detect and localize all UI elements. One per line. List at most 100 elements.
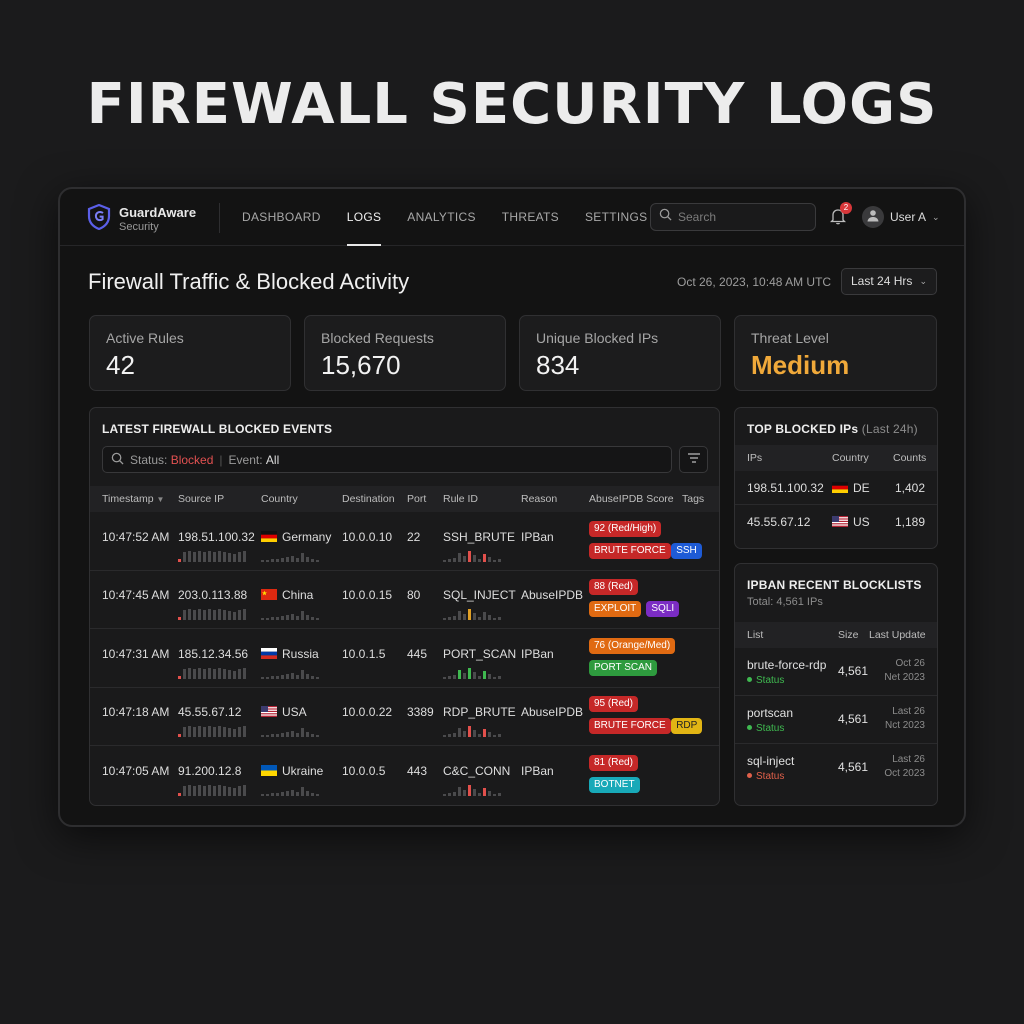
sparkline: [261, 784, 321, 796]
tag-badge[interactable]: BRUTE FORCE: [589, 543, 671, 559]
sparkline-bar: [243, 551, 246, 562]
table-row[interactable]: 10:47:52 AM 198.51.100.32 Germany 10.0.0.10…: [90, 513, 719, 571]
sparkline-bar: [463, 556, 466, 562]
sparkline-bar: [493, 560, 496, 562]
table-row[interactable]: 10:47:18 AM 45.55.67.12 USA 10.0.0.22 3389 RD…: [90, 688, 719, 746]
nav-threats[interactable]: THREATS: [502, 189, 559, 246]
cell-timestamp: 10:47:05 AM: [102, 764, 170, 778]
list-item[interactable]: 45.55.67.12 US 1,189: [735, 505, 937, 539]
search-input[interactable]: [678, 210, 808, 224]
sparkline-bar: [478, 617, 481, 620]
sparkline-bar: [213, 610, 216, 620]
time-range-select[interactable]: Last 24 Hrs ⌄: [841, 268, 937, 295]
nav-settings[interactable]: SETTINGS: [585, 189, 647, 246]
sparkline-bar: [301, 787, 304, 796]
sparkline-bar: [188, 668, 191, 679]
col-tags[interactable]: Tags: [682, 493, 704, 505]
sparkline-bar: [478, 793, 481, 796]
country-name: Ukraine: [282, 764, 324, 778]
col-country[interactable]: Country: [261, 493, 298, 505]
sparkline-bar: [286, 557, 289, 562]
country-name: Russia: [282, 647, 319, 661]
sparkline-bar: [208, 609, 211, 620]
sparkline-bar: [243, 609, 246, 620]
sparkline-bar: [316, 560, 319, 562]
blocklist-update-line1: Oct 26: [895, 658, 925, 669]
app-name: GuardAware: [119, 204, 197, 220]
filter-button[interactable]: [679, 446, 708, 473]
list-item[interactable]: portscan Status 4,561 Last 26 Nct 2023: [735, 696, 937, 744]
tag-badge[interactable]: EXPLOIT: [589, 601, 642, 617]
tag-badge[interactable]: BOTNET: [589, 777, 640, 793]
sparkline-bar: [178, 559, 181, 562]
cell-country: USA: [261, 705, 307, 719]
list-item[interactable]: sql-inject Status 4,561 Last 26 Oct 2023: [735, 744, 937, 792]
table-row[interactable]: 10:47:31 AM 185.12.34.56 Russia 10.0.1.5 445…: [90, 630, 719, 688]
cell-source-ip[interactable]: 198.51.100.32: [178, 530, 255, 544]
nav-logs[interactable]: LOGS: [346, 189, 382, 246]
col-timestamp[interactable]: Timestamp ▼: [102, 493, 164, 505]
sparkline-bar: [261, 794, 264, 796]
list-item[interactable]: brute-force-rdp Status 4,561 Oct 26 Net 2023: [735, 648, 937, 696]
sparkline-bar: [203, 786, 206, 796]
cell-source-ip[interactable]: 185.12.34.56: [178, 647, 248, 661]
tag-badge[interactable]: SSH: [671, 543, 702, 559]
cell-source-ip[interactable]: 203.0.113.88: [178, 588, 247, 602]
stat-card-unique-ips: Unique Blocked IPs 834: [519, 315, 721, 391]
col-ips: IPs: [747, 452, 763, 464]
col-reason[interactable]: Reason: [521, 493, 557, 505]
country-name: China: [282, 588, 314, 602]
col-abuseipdb-score[interactable]: AbuseIPDB Score: [589, 493, 674, 505]
tag-badge[interactable]: BRUTE FORCE: [589, 718, 671, 734]
app-logo[interactable]: GuardAware Security: [87, 203, 197, 235]
nav-analytics[interactable]: ANALYTICS: [407, 189, 476, 246]
col-rule-id[interactable]: Rule ID: [443, 493, 478, 505]
col-source-ip[interactable]: Source IP: [178, 493, 224, 505]
cell-source-ip[interactable]: 91.200.12.8: [178, 764, 241, 778]
abuse-score-badge: 88 (Red): [589, 579, 638, 595]
col-destination[interactable]: Destination: [342, 493, 395, 505]
nav-dashboard[interactable]: DASHBOARD: [242, 189, 321, 246]
blocklist-size: 4,561: [838, 760, 869, 774]
cell-timestamp: 10:47:52 AM: [102, 530, 170, 544]
hero-title: FIREWALL SECURITY LOGS: [86, 72, 938, 137]
sparkline-bar: [223, 552, 226, 562]
tag-badge[interactable]: RDP: [671, 718, 703, 734]
notifications-button[interactable]: 2: [829, 202, 852, 227]
cell-reason: AbuseIPDB: [521, 705, 584, 719]
sparkline-bar: [188, 551, 191, 562]
sparkline-bar: [261, 560, 264, 562]
search-box[interactable]: [650, 203, 816, 231]
events-filter-input[interactable]: Status: Blocked | Event: All: [102, 446, 672, 473]
sparkline-bar: [218, 726, 221, 737]
col-port[interactable]: Port: [407, 493, 426, 505]
sparkline-bar: [291, 790, 294, 796]
sparkline-bar: [286, 791, 289, 796]
sparkline-bar: [223, 610, 226, 620]
user-menu[interactable]: User A ⌄: [862, 206, 940, 228]
sparkline-bar: [498, 559, 501, 562]
sparkline-bar: [208, 668, 211, 679]
status-dot-icon: [747, 677, 752, 682]
cell-destination: 10.0.1.5: [342, 647, 386, 661]
sparkline-bar: [178, 676, 181, 679]
filter-separator: |: [219, 452, 223, 467]
threat-level-value: Medium: [751, 350, 850, 380]
sparkline-bar: [473, 672, 476, 679]
table-row[interactable]: 10:47:45 AM 203.0.113.88 China 10.0.0.15 80 S…: [90, 571, 719, 629]
country-code: DE: [853, 481, 870, 495]
tag-badge[interactable]: PORT SCAN: [589, 660, 657, 676]
app-window: GuardAware Security DASHBOARD LOGS ANALY…: [58, 187, 966, 827]
table-row[interactable]: 10:47:05 AM 91.200.12.8 Ukraine 10.0.0.5 443…: [90, 747, 719, 805]
sparkline-bar: [233, 554, 236, 562]
list-item[interactable]: 198.51.100.32 DE 1,402: [735, 471, 937, 505]
col-country: Country: [832, 452, 869, 464]
sparkline-bar: [453, 616, 456, 620]
tag-badge[interactable]: SQLI: [646, 601, 680, 617]
cell-source-ip[interactable]: 45.55.67.12: [178, 705, 241, 719]
stat-value: 834: [536, 350, 580, 380]
sparkline-bar: [291, 556, 294, 562]
sparkline-bar: [316, 618, 319, 620]
sparkline-bar: [448, 559, 451, 562]
cell-destination: 10.0.0.22: [342, 705, 393, 719]
